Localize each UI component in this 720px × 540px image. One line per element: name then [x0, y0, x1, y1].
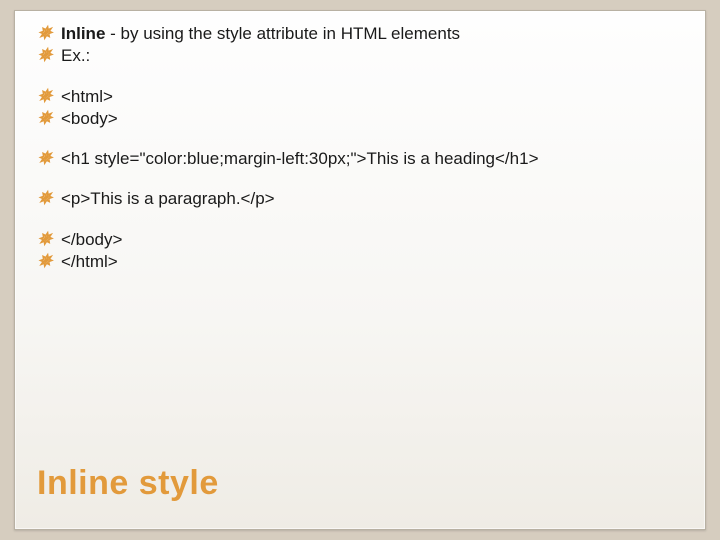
- line-text: <h1 style="color:blue;margin-left:30px;"…: [61, 148, 687, 169]
- inline-bold: Inline: [61, 24, 105, 43]
- bullet-icon: ✵: [37, 251, 55, 272]
- bullet-icon: ✵: [37, 148, 55, 169]
- line-text: <p>This is a paragraph.</p>: [61, 188, 687, 209]
- line-text: <html>: [61, 86, 687, 107]
- content-area: ✵ Inline - by using the style attribute …: [15, 11, 705, 272]
- spacer: [37, 130, 687, 148]
- bullet-line-3: ✵ <html>: [37, 86, 687, 107]
- line-text: </body>: [61, 229, 687, 250]
- bullet-line-6: ✵ <p>This is a paragraph.</p>: [37, 188, 687, 209]
- bullet-icon: ✵: [37, 188, 55, 209]
- bullet-icon: ✵: [37, 86, 55, 107]
- inline-rest: - by using the style attribute in HTML e…: [105, 24, 460, 43]
- line-text: <body>: [61, 108, 687, 129]
- bullet-icon: ✵: [37, 45, 55, 66]
- bullet-icon: ✵: [37, 229, 55, 250]
- bullet-line-7: ✵ </body>: [37, 229, 687, 250]
- bullet-line-2: ✵ Ex.:: [37, 45, 687, 66]
- slide-title: Inline style: [37, 464, 219, 503]
- line-text: </html>: [61, 251, 687, 272]
- bullet-icon: ✵: [37, 108, 55, 129]
- bullet-line-8: ✵ </html>: [37, 251, 687, 272]
- bullet-line-4: ✵ <body>: [37, 108, 687, 129]
- spacer: [37, 170, 687, 188]
- spacer: [37, 68, 687, 86]
- spacer: [37, 211, 687, 229]
- bullet-line-5: ✵ <h1 style="color:blue;margin-left:30px…: [37, 148, 687, 169]
- slide: ✵ Inline - by using the style attribute …: [14, 10, 706, 530]
- line-text: Inline - by using the style attribute in…: [61, 23, 687, 44]
- bullet-line-1: ✵ Inline - by using the style attribute …: [37, 23, 687, 44]
- bullet-icon: ✵: [37, 23, 55, 44]
- line-text: Ex.:: [61, 45, 687, 66]
